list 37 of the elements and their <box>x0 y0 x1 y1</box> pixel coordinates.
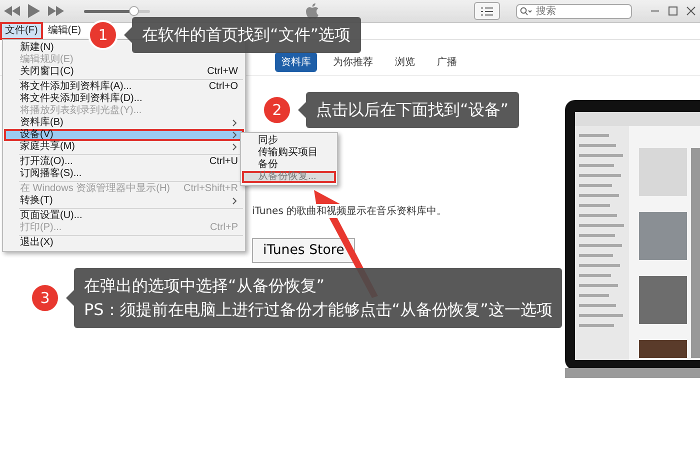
menu-item[interactable]: 退出(X) <box>4 237 244 249</box>
step-number-badge: 2 <box>262 95 292 125</box>
nav-tab[interactable]: 资料库 <box>275 52 317 72</box>
search-field[interactable]: 搜索 <box>516 4 632 18</box>
menu-bar-item[interactable]: 文件(F) <box>0 22 43 40</box>
menu-item[interactable]: 将文件夹添加到资料库(D)... <box>4 93 244 105</box>
menu-item[interactable]: 设备(V) <box>4 129 244 141</box>
menu-item[interactable]: 家庭共享(M) <box>4 141 244 153</box>
rewind-icon[interactable] <box>4 6 20 16</box>
menu-item[interactable]: 关闭窗口(C) Ctrl+W <box>4 66 244 78</box>
menu-item[interactable]: 订阅播客(S)... <box>4 168 244 180</box>
menu-item[interactable]: 传输购买项目 <box>242 147 336 159</box>
fast-forward-icon[interactable] <box>48 6 64 16</box>
itunes-store-button[interactable]: iTunes Store <box>252 238 356 263</box>
menu-item[interactable]: 转换(T) <box>4 195 244 207</box>
nav-tab[interactable]: 广播 <box>431 52 463 72</box>
menu-item[interactable]: 同步 <box>242 135 336 147</box>
menu-item[interactable]: 打开流(O)... Ctrl+U <box>4 156 244 168</box>
callout-text: 在软件的首页找到“文件”选项 <box>142 24 351 46</box>
callout-text: 点击以后在下面找到“设备” <box>316 99 509 121</box>
nav-tab[interactable]: 浏览 <box>389 52 421 72</box>
menu-bar-item[interactable]: 编辑(E) <box>42 22 86 40</box>
play-icon[interactable] <box>28 4 40 18</box>
list-icon <box>481 6 493 16</box>
nav-tab[interactable]: 为你推荐 <box>327 52 379 72</box>
close-icon[interactable] <box>686 6 696 16</box>
chevron-right-icon <box>232 197 238 205</box>
menu-item[interactable]: 备份 <box>242 159 336 171</box>
menu-item[interactable]: 资料库(B) <box>4 117 244 129</box>
menu-item[interactable]: 将文件添加到资料库(A)... Ctrl+O <box>4 81 244 93</box>
search-icon <box>520 6 533 16</box>
step-number-badge: 3 <box>30 283 60 313</box>
callout-text: PS：须提前在电脑上进行过备份才能够点击“从备份恢复”这一选项 <box>84 299 552 321</box>
callout-text: 在弹出的选项中选择“从备份恢复” <box>84 275 326 297</box>
maximize-icon[interactable] <box>668 6 678 16</box>
list-view-button[interactable] <box>474 2 500 20</box>
menu-item[interactable]: 页面设置(U)... <box>4 210 244 222</box>
